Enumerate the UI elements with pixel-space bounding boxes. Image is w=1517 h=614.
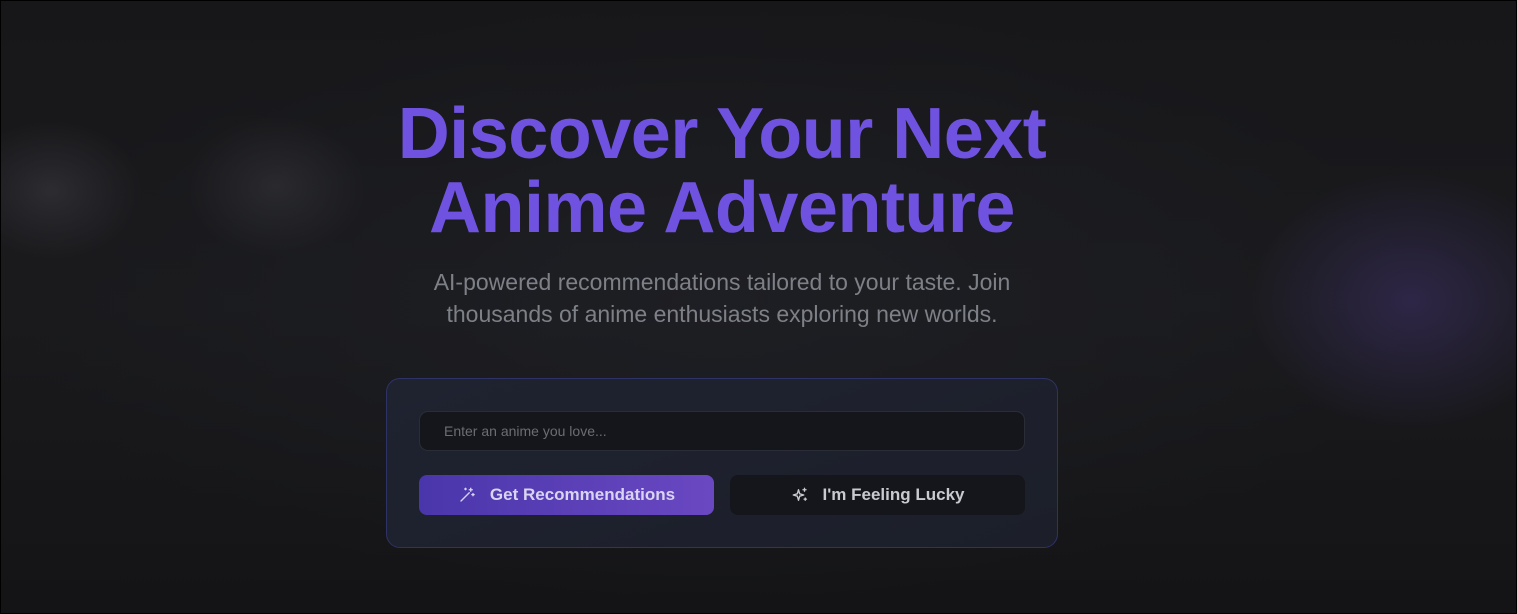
hero-subtitle: AI-powered recommendations tailored to y… (361, 266, 1083, 330)
sparkles-icon (791, 486, 809, 504)
magic-wand-icon (458, 486, 476, 504)
hero-headline-line-1: Discover Your Next (397, 94, 1047, 174)
hero-section: Discover Your Next Anime Adventure AI-po… (1, 1, 1516, 613)
hero-subtitle-line-2: thousands of anime enthusiasts exploring… (446, 301, 998, 327)
get-recommendations-button[interactable]: Get Recommendations (419, 475, 714, 515)
hero-subtitle-line-1: AI-powered recommendations tailored to y… (433, 269, 1011, 295)
anime-search-input[interactable] (419, 411, 1025, 451)
get-recommendations-label: Get Recommendations (489, 485, 676, 504)
search-card: Get Recommendations I'm Feeling Lucky (386, 378, 1058, 548)
hero-headline: Discover Your Next Anime Adventure (321, 97, 1123, 245)
feeling-lucky-label: I'm Feeling Lucky (822, 485, 965, 504)
hero-headline-line-2: Anime Adventure (429, 168, 1015, 248)
page: Discover Your Next Anime Adventure AI-po… (0, 0, 1517, 614)
feeling-lucky-button[interactable]: I'm Feeling Lucky (730, 475, 1025, 515)
